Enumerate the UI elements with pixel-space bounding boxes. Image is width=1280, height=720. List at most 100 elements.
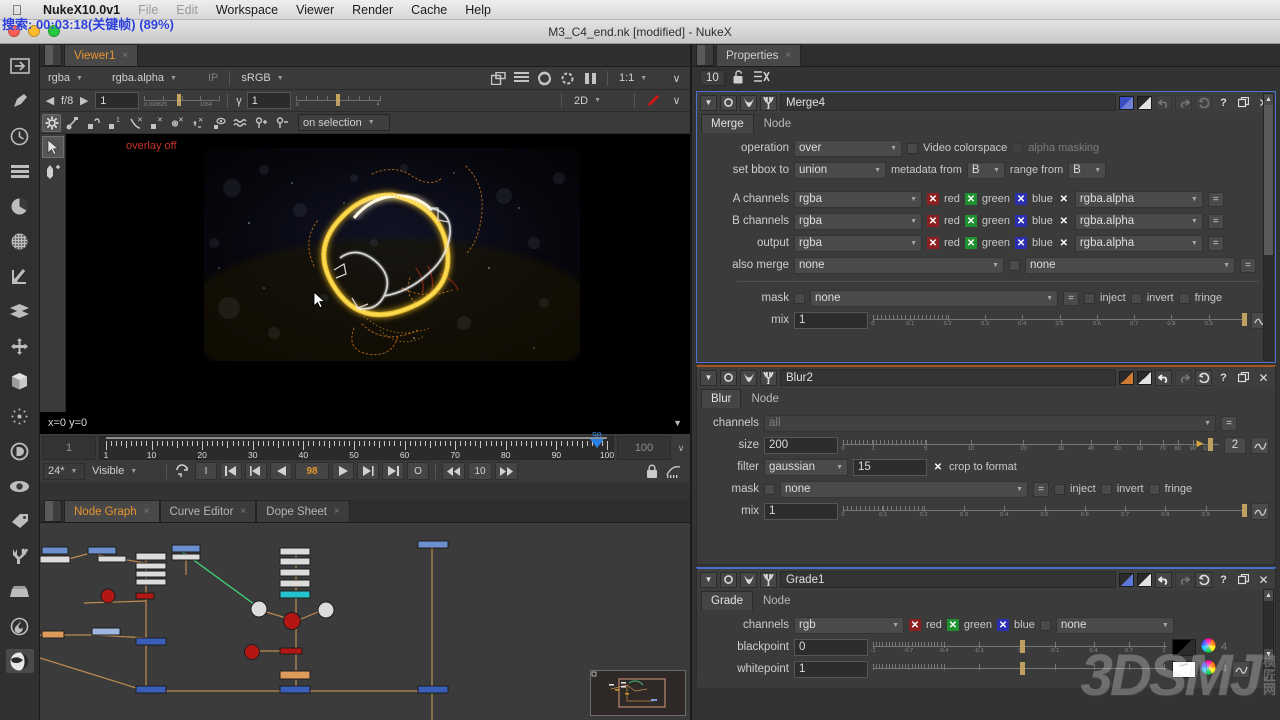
step-forward-button[interactable]: [357, 462, 379, 480]
increment-field[interactable]: 10: [468, 462, 492, 480]
keyer-icon[interactable]: [6, 264, 34, 288]
node-mask-icon[interactable]: [740, 571, 757, 588]
exposure-field[interactable]: 1: [95, 92, 140, 109]
play-backward-button[interactable]: [270, 462, 292, 480]
timeline-ruler[interactable]: 1 10 20 30 40 50 60 70 80 90 100 98: [99, 430, 614, 460]
blur2-size-slider[interactable]: 015102030405060708090100▶: [841, 436, 1219, 454]
collapse-icon[interactable]: ▼: [700, 94, 717, 111]
a-red-checkbox[interactable]: ✕: [927, 193, 939, 205]
a-channels-expression-button[interactable]: =: [1207, 191, 1224, 207]
last-frame-button[interactable]: [382, 462, 404, 480]
curve-x-icon[interactable]: ✕: [126, 114, 145, 132]
grade1-blackpoint-swatch[interactable]: [1172, 638, 1196, 656]
close-icon[interactable]: ×: [785, 50, 791, 61]
transform-x-icon[interactable]: ✕: [168, 114, 187, 132]
clear-all-icon[interactable]: [753, 70, 770, 86]
apple-icon[interactable]: : [0, 2, 34, 18]
sync-icon[interactable]: [173, 462, 192, 480]
node-swatch-a-icon[interactable]: [1119, 95, 1134, 110]
grade1-whitepoint-field[interactable]: 1: [794, 660, 868, 678]
close-button[interactable]: [8, 25, 20, 37]
viewer-zoom-dropdown[interactable]: 1:1 ▼: [615, 70, 663, 87]
gamma-slider[interactable]: 0 1 4: [295, 93, 381, 109]
color-icon[interactable]: [6, 194, 34, 218]
redo-icon[interactable]: [1175, 571, 1192, 588]
blur2-filter-dropdown[interactable]: gaussian ▼: [764, 458, 848, 476]
merge-icon[interactable]: [6, 299, 34, 323]
close-icon[interactable]: ×: [144, 506, 150, 517]
node-swatch-a-icon[interactable]: [1119, 370, 1134, 385]
image-icon[interactable]: [6, 54, 34, 78]
blur2-tab-blur[interactable]: Blur: [701, 389, 742, 408]
grade1-channels-dropdown[interactable]: rgb ▼: [794, 616, 904, 634]
menu-item-workspace[interactable]: Workspace: [207, 3, 287, 17]
grade1-alpha-dropdown[interactable]: none ▼: [1055, 616, 1174, 634]
exposure-up-icon[interactable]: ▶: [78, 92, 90, 110]
grade1-blue-checkbox[interactable]: ✕: [997, 619, 1010, 631]
prev-keyframe-button[interactable]: [245, 462, 267, 480]
refresh-icon[interactable]: [535, 69, 554, 87]
scroll-up-icon[interactable]: ▲: [1264, 590, 1273, 601]
revert-icon[interactable]: [1195, 94, 1212, 111]
grade1-blackpoint-colorwheel-icon[interactable]: [1201, 638, 1216, 656]
exposure-down-icon[interactable]: ◀: [44, 92, 56, 110]
blur2-fringe-checkbox[interactable]: [1148, 483, 1160, 495]
menu-item-nukex[interactable]: NukeX10.0v1: [34, 3, 129, 17]
viewer-channels-dropdown[interactable]: rgba ▼: [44, 70, 104, 87]
close-icon[interactable]: ✕: [1255, 572, 1272, 588]
undo-icon[interactable]: [1155, 571, 1172, 588]
lock-icon[interactable]: [642, 462, 661, 480]
current-frame-field[interactable]: 98: [295, 462, 329, 480]
grade1-red-checkbox[interactable]: ✕: [909, 619, 921, 631]
tab-curve-editor[interactable]: Curve Editor ×: [159, 500, 257, 522]
output-expression-button[interactable]: =: [1207, 235, 1224, 251]
also-merge-expression-button[interactable]: =: [1240, 257, 1256, 273]
float-panel-icon[interactable]: [1235, 370, 1252, 386]
undo-icon[interactable]: [1155, 369, 1172, 386]
metadata-from-dropdown[interactable]: B ▼: [966, 161, 1005, 179]
redo-icon[interactable]: [1175, 94, 1192, 111]
other-icon[interactable]: [6, 579, 34, 603]
back-increment-button[interactable]: [442, 462, 465, 480]
merge4-mask-dropdown[interactable]: none ▼: [810, 289, 1058, 307]
node-wrench-icon[interactable]: [760, 571, 777, 588]
tab-dope-sheet[interactable]: Dope Sheet ×: [256, 500, 350, 522]
b-blue-checkbox[interactable]: ✕: [1015, 215, 1028, 227]
node-swatch-a-icon[interactable]: [1119, 572, 1134, 587]
node-mask-icon[interactable]: [740, 94, 757, 111]
menu-item-render[interactable]: Render: [343, 3, 402, 17]
blur2-mix-field[interactable]: 1: [764, 502, 838, 520]
color-picker-icon[interactable]: [643, 92, 662, 110]
visibility-icon[interactable]: [210, 114, 229, 132]
set-in-point-button[interactable]: I: [195, 462, 217, 480]
out-red-checkbox[interactable]: ✕: [927, 237, 939, 249]
max-panels-field[interactable]: 10: [700, 70, 725, 86]
timeline-start-frame[interactable]: 1: [42, 436, 96, 460]
node-wrench-icon[interactable]: [760, 94, 777, 111]
remove-point-icon[interactable]: [273, 114, 292, 132]
blur2-name-field[interactable]: Blur2: [780, 369, 1116, 386]
3d-icon[interactable]: [6, 369, 34, 393]
merge4-bbox-dropdown[interactable]: union ▼: [794, 161, 886, 179]
grade1-whitepoint-curve-button[interactable]: [1232, 660, 1251, 678]
undo-icon[interactable]: [1155, 94, 1172, 111]
revert-icon[interactable]: [1195, 369, 1212, 386]
b-red-checkbox[interactable]: ✕: [927, 215, 939, 227]
merge4-mix-field[interactable]: 1: [794, 311, 868, 329]
out-alpha-checkbox[interactable]: ✕: [1058, 237, 1070, 249]
grade1-scrollbar[interactable]: ▲ ▼: [1263, 589, 1274, 676]
expand-toolbar-icon[interactable]: ∨: [667, 92, 686, 110]
select-arrow-icon[interactable]: [41, 136, 64, 158]
ocula-icon[interactable]: [5, 649, 34, 673]
grade1-green-checkbox[interactable]: ✕: [946, 619, 959, 631]
grade1-whitepoint-colorwheel-icon[interactable]: [1201, 660, 1216, 678]
point-x-icon[interactable]: ✕: [147, 114, 166, 132]
node-swatch-b-icon[interactable]: [1137, 572, 1152, 587]
ripple-icon[interactable]: [231, 114, 250, 132]
node-graph-minimap[interactable]: [590, 670, 686, 716]
grade1-tab-grade[interactable]: Grade: [701, 591, 753, 610]
a-alpha-checkbox[interactable]: ✕: [1058, 193, 1070, 205]
close-icon[interactable]: ×: [122, 50, 128, 61]
merge4-invert-checkbox[interactable]: [1130, 292, 1142, 304]
out-green-checkbox[interactable]: ✕: [964, 237, 977, 249]
